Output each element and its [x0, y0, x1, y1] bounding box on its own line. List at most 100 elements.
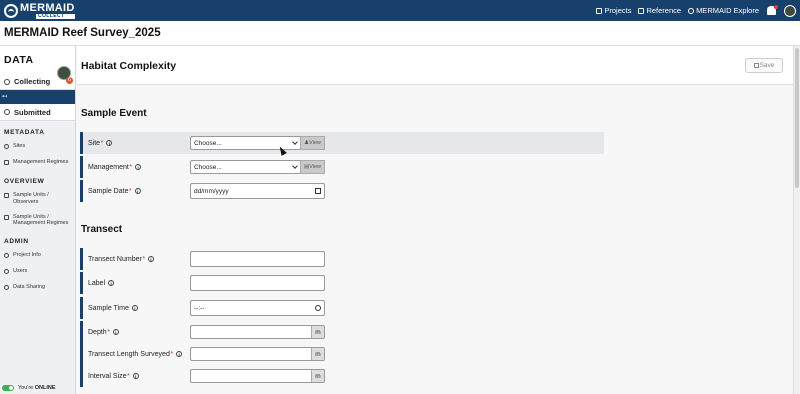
- sample-time-row: Sample Time i --:--: [80, 297, 604, 319]
- sidebar-item-label: Management Regimes: [13, 158, 69, 165]
- sidebar-item-management-regimes[interactable]: Management Regimes: [0, 159, 75, 166]
- sidebar-section-admin: ADMIN: [4, 238, 29, 246]
- transect-length-input[interactable]: m: [190, 347, 325, 361]
- management-view-button[interactable]: ▤ View: [300, 160, 325, 174]
- transect-number-row: Transect Number * i: [80, 248, 604, 270]
- sidebar-item-label: Project Info: [13, 252, 41, 259]
- sample-time-input[interactable]: --:--: [190, 300, 325, 316]
- sidebar-item-project-info[interactable]: Project Info: [0, 252, 75, 259]
- sidebar-data-header: DATA Collecting 6: [0, 46, 75, 90]
- sites-icon: [4, 144, 9, 149]
- site-row: Site * i Choose... ♟ View: [80, 132, 604, 154]
- projects-icon: [596, 7, 603, 14]
- sample-date-row: Sample Date * i dd/mm/yyyy: [80, 180, 604, 202]
- sidebar-item-label: Sites: [13, 143, 26, 149]
- save-button[interactable]: Save: [745, 58, 783, 73]
- sidebar-item-submitted[interactable]: Submitted: [0, 104, 75, 121]
- depth-unit: m: [311, 326, 324, 338]
- info-icon[interactable]: i: [112, 329, 119, 335]
- scrollbar-thumb[interactable]: [795, 48, 799, 188]
- logo-main-text: MERMAID: [20, 1, 75, 14]
- sidebar-item-label: Data Sharing: [13, 284, 46, 290]
- save-icon: [753, 63, 759, 68]
- sample-units-icon: [4, 214, 9, 220]
- interval-size-label: Interval Size * i: [88, 373, 139, 380]
- nav-projects-link[interactable]: Projects: [596, 6, 631, 15]
- sidebar-item-label: Sample Units / Management Regimes: [13, 213, 69, 227]
- nav-reference-label: Reference: [646, 6, 682, 15]
- label-row: Label i: [80, 272, 604, 294]
- transect-heading: Transect: [81, 224, 123, 235]
- sidebar-item-collecting[interactable]: Collecting: [4, 77, 50, 86]
- management-label: Management * i: [88, 164, 142, 171]
- info-icon[interactable]: i: [135, 164, 142, 170]
- users-icon: [4, 269, 9, 275]
- info-icon[interactable]: i: [108, 280, 115, 286]
- interval-size-input[interactable]: m: [190, 369, 325, 383]
- sidebar-item-data-sharing[interactable]: Data Sharing: [0, 284, 75, 291]
- notifications-bell-icon[interactable]: [767, 5, 778, 15]
- sample-date-input[interactable]: dd/mm/yyyy: [190, 183, 325, 199]
- notification-dot: [774, 5, 778, 9]
- clock-icon[interactable]: [315, 305, 321, 311]
- site-label: Site * i: [88, 140, 113, 147]
- sidebar-submitted-label: Submitted: [14, 107, 51, 117]
- user-avatar[interactable]: [784, 4, 796, 17]
- mermaid-logo-icon: [4, 3, 18, 18]
- sample-date-label: Sample Date * i: [88, 188, 141, 195]
- top-navbar: MERMAID COLLECT Projects Reference MERMA…: [0, 0, 800, 21]
- interval-size-row: Interval Size * i m: [80, 365, 604, 387]
- management-regimes-icon: [4, 159, 9, 165]
- submitted-icon: [4, 109, 10, 115]
- nav-projects-label: Projects: [604, 6, 632, 15]
- transect-number-input[interactable]: [190, 251, 325, 267]
- sidebar-collecting-label: Collecting: [14, 77, 51, 86]
- sidebar: DATA Collecting 6 ↤ Submitted METADATA S…: [0, 46, 76, 394]
- nav-reference-link[interactable]: Reference: [638, 6, 681, 15]
- info-icon[interactable]: i: [131, 305, 138, 311]
- depth-label: Depth * i: [88, 329, 119, 336]
- calendar-icon[interactable]: [315, 188, 321, 194]
- collapse-icon: ↤: [2, 94, 8, 100]
- sidebar-section-overview: OVERVIEW: [4, 177, 45, 185]
- interval-size-unit: m: [311, 370, 324, 382]
- mermaid-logo[interactable]: MERMAID COLLECT: [4, 1, 75, 19]
- sample-time-label: Sample Time i: [88, 305, 138, 312]
- sidebar-item-sites[interactable]: Sites: [0, 143, 75, 150]
- management-select[interactable]: Choose...: [190, 160, 301, 174]
- info-icon[interactable]: i: [106, 140, 113, 146]
- sidebar-item-users[interactable]: Users: [0, 268, 75, 275]
- reference-icon: [638, 7, 645, 14]
- sidebar-heading: DATA: [4, 54, 34, 66]
- info-icon[interactable]: i: [132, 373, 139, 379]
- transect-number-label: Transect Number * i: [88, 256, 155, 263]
- label-input[interactable]: [190, 275, 325, 291]
- site-view-button[interactable]: ♟ View: [300, 136, 325, 150]
- nav-explore-label: MERMAID Explore: [696, 6, 759, 15]
- explore-icon: [688, 7, 695, 14]
- sidebar-section-metadata: METADATA: [4, 129, 45, 136]
- transect-length-row: Transect Length Surveyed * i m: [80, 343, 604, 365]
- sidebar-collapse-bar[interactable]: ↤: [0, 90, 75, 104]
- main-content: Habitat Complexity Save Sample Event Sit…: [77, 46, 793, 394]
- sidebar-item-label: Users: [13, 268, 28, 275]
- page-scrollbar[interactable]: [793, 46, 800, 394]
- top-nav-links: Projects Reference MERMAID Explore: [589, 0, 796, 21]
- sample-event-heading: Sample Event: [81, 108, 147, 119]
- project-title: MERMAID Reef Survey_2025: [4, 27, 161, 39]
- info-icon[interactable]: i: [148, 256, 155, 262]
- sidebar-item-sample-units-management[interactable]: Sample Units / Management Regimes: [0, 214, 75, 228]
- sample-units-icon: [4, 192, 9, 198]
- info-icon: [4, 253, 9, 259]
- page-header: Habitat Complexity Save: [77, 46, 793, 85]
- sidebar-item-sample-units-observers[interactable]: Sample Units / Observers: [0, 192, 75, 206]
- nav-explore-link[interactable]: MERMAID Explore: [688, 6, 759, 15]
- save-button-label: Save: [759, 62, 775, 69]
- info-icon[interactable]: i: [134, 188, 141, 194]
- online-status-text: ONLINE: [34, 385, 56, 391]
- depth-input[interactable]: m: [190, 325, 325, 339]
- label-label: Label i: [88, 280, 115, 287]
- online-toggle[interactable]: [2, 385, 14, 391]
- info-icon[interactable]: i: [176, 351, 183, 357]
- logo-sub-text: COLLECT: [36, 13, 75, 19]
